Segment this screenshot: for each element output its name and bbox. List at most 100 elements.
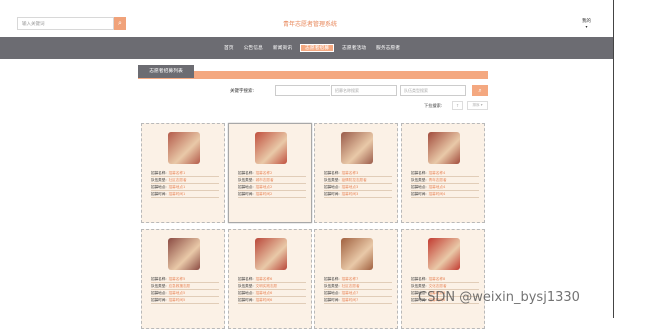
card-detail-row: 招募地点: 招募地点5	[151, 290, 219, 297]
card-detail-value: 招募地点4	[428, 185, 446, 189]
card-details: 招募名称: 招募名称6 队伍类型: 文明实践志愿 招募地点: 招募地点6 招募时间: 招募时间…	[238, 276, 306, 304]
card-detail-row: 招募名称: 招募名称6	[238, 276, 306, 283]
card-detail-row: 招募时间: 招募时间6	[238, 297, 306, 304]
card-detail-row: 队伍类型: 文化志愿者	[411, 283, 479, 290]
section-title: 志愿者招募列表	[138, 65, 194, 78]
card-detail-label: 招募时间:	[238, 298, 254, 302]
nav-item-notices[interactable]: 公告信息	[242, 44, 265, 52]
card-detail-row: 队伍类型: 城市志愿者	[238, 177, 306, 184]
card-detail-value: 疫情防控志愿者	[341, 178, 367, 182]
sort-label: 下拉搜索:	[424, 103, 443, 108]
keyword-label: 关键字搜索:	[230, 89, 255, 94]
card-detail-label: 招募名称:	[151, 171, 167, 175]
recruitment-card[interactable]: 招募名称: 招募名称7 队伍类型: 社区志愿者 招募地点: 招募地点7 招募时间: 招募时间7	[314, 229, 398, 329]
header-search-input[interactable]: 输入关键词	[17, 17, 114, 30]
card-detail-label: 招募时间:	[324, 192, 340, 196]
card-detail-label: 招募时间:	[151, 298, 167, 302]
card-details: 招募名称: 招募名称1 队伍类型: 社区志愿者 招募地点: 招募地点1 招募时间: 招募时间1	[151, 170, 219, 198]
card-detail-row: 招募时间: 招募时间3	[324, 191, 392, 198]
card-detail-value: 招募时间7	[341, 298, 359, 302]
card-detail-value: 招募时间1	[168, 192, 186, 196]
recruitment-card[interactable]: 招募名称: 招募名称5 队伍类型: 应急救援志愿招募地点: 招募地点5 招募时间: 招募时间…	[141, 229, 225, 329]
nav-item-news[interactable]: 新闻资讯	[271, 44, 294, 52]
header-search-button[interactable]: ⌕	[114, 17, 126, 30]
card-detail-value: 招募地点5	[168, 291, 186, 295]
card-detail-value: 应急救援志愿	[168, 284, 191, 288]
card-detail-value: 招募地点2	[255, 185, 273, 189]
nav-item-recruitment[interactable]: 志愿者招募	[300, 44, 335, 52]
card-details: 招募名称: 招募名称2 队伍类型: 城市志愿者 招募地点: 招募地点2 招募时间: 招募时间2	[238, 170, 306, 198]
sort-ascending-button[interactable]: ↑	[452, 101, 463, 110]
card-detail-row: 招募时间: 招募时间7	[324, 297, 392, 304]
card-detail-row: 招募地点: 招募地点2	[238, 184, 306, 191]
card-photo[interactable]	[255, 132, 287, 164]
card-detail-label: 队伍类型:	[151, 284, 167, 288]
card-detail-row: 招募名称: 招募名称8	[411, 276, 479, 283]
recruitment-card[interactable]: 招募名称: 招募名称8 队伍类型: 文化志愿者 招募地点: 招募地点8 招募时间: 招募时间8	[401, 229, 485, 329]
card-detail-value: 招募时间5	[168, 298, 186, 302]
card-photo[interactable]	[341, 238, 373, 270]
card-detail-row: 招募时间: 招募时间5	[151, 297, 219, 304]
recruitment-card[interactable]: 招募名称: 招募名称4 队伍类型: 青年志愿者 招募地点: 招募地点4 招募时间: 招募时间4	[401, 123, 485, 223]
card-detail-row: 招募名称: 招募名称5	[151, 276, 219, 283]
card-detail-label: 队伍类型:	[324, 284, 340, 288]
card-detail-value: 招募地点3	[341, 185, 359, 189]
card-detail-value: 文明实践志愿	[255, 284, 278, 288]
card-detail-label: 队伍类型:	[411, 284, 427, 288]
card-detail-row: 招募地点: 招募地点1	[151, 184, 219, 191]
recruitment-card[interactable]: 招募名称: 招募名称3 队伍类型: 疫情防控志愿者 招募地点: 招募地点3 招募时间: 招募时…	[314, 123, 398, 223]
recruitment-card[interactable]: 招募名称: 招募名称2 队伍类型: 城市志愿者 招募地点: 招募地点2 招募时间: 招募时间2	[228, 123, 312, 223]
card-photo[interactable]	[341, 132, 373, 164]
card-detail-value: 文化志愿者	[428, 284, 447, 288]
card-detail-row: 招募时间: 招募时间1	[151, 191, 219, 198]
card-photo[interactable]	[428, 238, 460, 270]
card-detail-value: 招募地点7	[341, 291, 359, 295]
search-icon: ⌕	[118, 19, 122, 27]
card-detail-label: 招募名称:	[238, 171, 254, 175]
card-detail-row: 招募名称: 招募名称1	[151, 170, 219, 177]
card-detail-label: 招募地点:	[151, 185, 167, 189]
nav-item-activities[interactable]: 志愿者活动	[340, 44, 368, 52]
card-detail-row: 招募时间: 招募时间2	[238, 191, 306, 198]
recruitment-card[interactable]: 招募名称: 招募名称6 队伍类型: 文明实践志愿 招募地点: 招募地点6 招募时间: 招募时间…	[228, 229, 312, 329]
top-header: 输入关键词 ⌕ 青年志愿者管理系统 我的 ▾	[0, 0, 613, 36]
card-detail-value: 招募名称4	[428, 171, 446, 175]
card-photo[interactable]	[168, 132, 200, 164]
card-detail-value: 招募地点6	[255, 291, 273, 295]
card-detail-value: 招募时间2	[255, 192, 273, 196]
card-detail-value: 城市志愿者	[255, 178, 274, 182]
filter-search-button[interactable]: ⌕	[472, 85, 488, 96]
card-detail-label: 队伍类型:	[238, 178, 254, 182]
card-detail-label: 招募地点:	[411, 185, 427, 189]
card-detail-row: 招募地点: 招募地点7	[324, 290, 392, 297]
card-detail-label: 招募名称:	[411, 171, 427, 175]
card-photo[interactable]	[168, 238, 200, 270]
nav-list: 首页 公告信息 新闻资讯 志愿者招募 志愿者活动 服务志愿者	[222, 44, 402, 52]
card-detail-label: 招募时间:	[151, 192, 167, 196]
card-detail-value: 招募名称7	[341, 277, 359, 281]
card-detail-value: 青年志愿者	[428, 178, 447, 182]
card-photo[interactable]	[255, 238, 287, 270]
card-detail-row: 招募地点: 招募地点6	[238, 290, 306, 297]
card-detail-row: 招募时间: 招募时间4	[411, 191, 479, 198]
card-detail-value: 招募名称5	[168, 277, 186, 281]
nav-item-service[interactable]: 服务志愿者	[374, 44, 402, 52]
sort-select[interactable]: 排序 ▾	[467, 101, 488, 110]
recruit-name-input[interactable]: 招募名称搜索	[331, 85, 397, 96]
nav-item-home[interactable]: 首页	[222, 44, 236, 52]
card-detail-row: 招募名称: 招募名称2	[238, 170, 306, 177]
team-type-input[interactable]: 队伍类型搜索	[400, 85, 466, 96]
search-icon: ⌕	[478, 87, 482, 94]
card-detail-row: 招募地点: 招募地点4	[411, 184, 479, 191]
card-detail-label: 招募地点:	[324, 185, 340, 189]
user-menu[interactable]: 我的 ▾	[582, 18, 591, 29]
recruitment-card[interactable]: 招募名称: 招募名称1 队伍类型: 社区志愿者 招募地点: 招募地点1 招募时间: 招募时间1	[141, 123, 225, 223]
card-detail-value: 招募时间3	[341, 192, 359, 196]
card-photo[interactable]	[428, 132, 460, 164]
card-detail-label: 招募地点:	[238, 185, 254, 189]
card-detail-label: 招募名称:	[324, 277, 340, 281]
card-detail-label: 招募时间:	[324, 298, 340, 302]
card-detail-row: 招募地点: 招募地点3	[324, 184, 392, 191]
card-detail-row: 队伍类型: 文明实践志愿	[238, 283, 306, 290]
card-detail-label: 招募时间:	[238, 192, 254, 196]
